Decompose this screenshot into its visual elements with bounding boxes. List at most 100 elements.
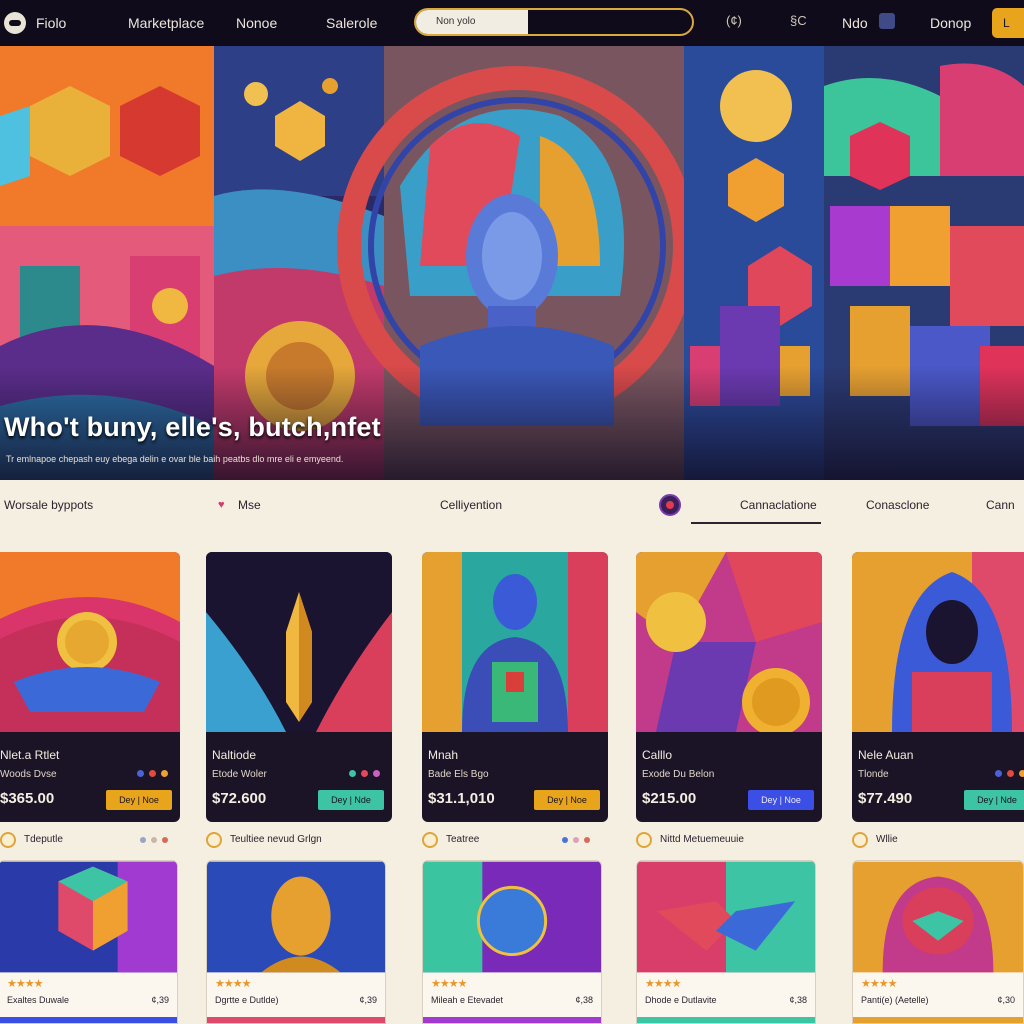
rating-stars: ★★★★ <box>7 978 43 990</box>
card-artwork <box>422 552 608 732</box>
color-dots <box>995 770 1024 777</box>
rating-stars: ★★★★ <box>645 978 681 990</box>
card-artwork <box>637 861 815 973</box>
color-dot <box>1019 770 1024 777</box>
card-strip <box>423 1017 601 1023</box>
card-creator: Tlonde <box>858 769 889 780</box>
card-strip <box>207 1017 385 1023</box>
currency-icon[interactable]: (¢) <box>726 13 742 28</box>
card-price: $77.490 <box>858 790 913 807</box>
logo-icon[interactable] <box>4 12 26 34</box>
color-dot <box>137 770 144 777</box>
buy-now-button[interactable]: Dey | Noe <box>106 790 172 810</box>
card-price: $215.00 <box>642 790 697 807</box>
owner-name[interactable]: Tdeputle <box>24 834 63 845</box>
color-dot <box>361 770 368 777</box>
tab-2[interactable]: Conasclone <box>866 498 929 512</box>
color-dot <box>349 770 356 777</box>
card-price: ¢,39 <box>359 995 377 1005</box>
nft-card[interactable]: Mnah Bade Els Bgo $31.1,010 Dey | Noe <box>422 552 608 822</box>
card-creator: Bade Els Bgo <box>428 769 489 780</box>
nft-card-small[interactable]: ★★★★ Dgrtte e Dutlde) ¢,39 <box>206 860 386 1024</box>
settings-icon[interactable]: §C <box>790 13 807 28</box>
heart-icon[interactable]: ♥ <box>218 500 228 511</box>
card-price: ¢,38 <box>575 995 593 1005</box>
search-input[interactable]: Non yolo <box>414 8 694 36</box>
card-artwork <box>636 552 822 732</box>
nft-card-small[interactable]: ★★★★ Mileah e Etevadet ¢,38 <box>422 860 602 1024</box>
card-title: Panti(e) (Aetelle) <box>861 995 929 1005</box>
card-price: $365.00 <box>0 790 55 807</box>
owner-name[interactable]: Wllie <box>876 834 898 845</box>
nav-link-3[interactable]: Salerole <box>326 15 377 31</box>
card-title: Nele Auan <box>858 748 914 762</box>
tab-active[interactable]: Cannaclatione <box>740 498 817 512</box>
card-title: Mnah <box>428 748 459 762</box>
card-artwork <box>852 552 1024 732</box>
color-dot <box>995 770 1002 777</box>
owner-row[interactable]: Tdeputle <box>0 828 186 854</box>
language-icon[interactable] <box>879 13 895 29</box>
hero-subtitle: Tr emlnapoe chepash euy ebega delin e ov… <box>6 454 344 464</box>
owner-row[interactable]: Teatree <box>422 828 608 854</box>
owner-row[interactable]: Wllie <box>852 828 1024 854</box>
buy-now-button[interactable]: Dey | Nde <box>318 790 384 810</box>
rating-stars: ★★★★ <box>215 978 251 990</box>
owner-row[interactable]: Teultiee nevud Grlgn <box>206 828 392 854</box>
buy-now-button[interactable]: Dey | Noe <box>534 790 600 810</box>
owner-dots <box>140 837 168 843</box>
card-price: ¢,30 <box>997 995 1015 1005</box>
filter-collection[interactable]: Celliyention <box>440 498 502 512</box>
color-dot <box>151 837 157 843</box>
card-title: Calllo <box>642 748 673 762</box>
nft-card[interactable]: Calllo Exode Du Belon $215.00 Dey | Noe <box>636 552 822 822</box>
hero-title: Who't buny, elle's, butch,nfet <box>4 412 381 442</box>
owner-name[interactable]: Teultiee nevud Grlgn <box>230 834 322 845</box>
avatar[interactable] <box>636 832 652 848</box>
card-strip <box>637 1017 815 1023</box>
card-creator: Woods Dvse <box>0 769 57 780</box>
rating-stars: ★★★★ <box>861 978 897 990</box>
avatar[interactable] <box>206 832 222 848</box>
nft-card-small[interactable]: ★★★★ Exaltes Duwale ¢,39 <box>0 860 178 1024</box>
owner-name[interactable]: Teatree <box>446 834 479 845</box>
color-dot <box>149 770 156 777</box>
record-button[interactable] <box>659 494 681 516</box>
card-creator: Etode Woler <box>212 769 267 780</box>
color-dot <box>562 837 568 843</box>
owner-row[interactable]: Nittd Metuemeuuie <box>636 828 822 854</box>
color-dot <box>140 837 146 843</box>
buy-now-button[interactable]: Dey | Noe <box>748 790 814 810</box>
cta-button[interactable]: L <box>992 8 1024 38</box>
nav-action-link[interactable]: Donop <box>930 15 971 31</box>
search-placeholder[interactable]: Non yolo <box>416 10 528 34</box>
card-artwork <box>423 861 601 973</box>
brand-name[interactable]: Fiolo <box>36 15 66 31</box>
filter-label-main[interactable]: Worsale byppots <box>4 498 93 512</box>
nav-link-2[interactable]: Nonoe <box>236 15 277 31</box>
card-artwork <box>206 552 392 732</box>
owner-name[interactable]: Nittd Metuemeuuie <box>660 834 744 845</box>
card-creator: Exode Du Belon <box>642 769 715 780</box>
nft-card-small[interactable]: ★★★★ Panti(e) (Aetelle) ¢,30 <box>852 860 1024 1024</box>
nft-card-small[interactable]: ★★★★ Dhode e Dutlavite ¢,38 <box>636 860 816 1024</box>
avatar[interactable] <box>852 832 868 848</box>
nav-link-marketplace[interactable]: Marketplace <box>128 15 204 31</box>
nft-card[interactable]: Nlet.a Rtlet Woods Dvse $365.00 Dey | No… <box>0 552 180 822</box>
color-dot <box>1007 770 1014 777</box>
color-dot <box>584 837 590 843</box>
card-title: Dhode e Dutlavite <box>645 995 717 1005</box>
card-strip <box>0 1017 177 1023</box>
account-link[interactable]: Ndo <box>842 15 868 31</box>
card-price: ¢,39 <box>151 995 169 1005</box>
buy-now-button[interactable]: Dey | Nde <box>964 790 1024 810</box>
color-dot <box>373 770 380 777</box>
color-dot <box>162 837 168 843</box>
avatar[interactable] <box>422 832 438 848</box>
avatar[interactable] <box>0 832 16 848</box>
nft-card[interactable]: Nele Auan Tlonde $77.490 Dey | Nde <box>852 552 1024 822</box>
card-artwork <box>0 552 180 732</box>
filter-label-heart[interactable]: Mse <box>238 498 261 512</box>
nft-card[interactable]: Naltiode Etode Woler $72.600 Dey | Nde <box>206 552 392 822</box>
tab-3[interactable]: Cann <box>986 498 1015 512</box>
